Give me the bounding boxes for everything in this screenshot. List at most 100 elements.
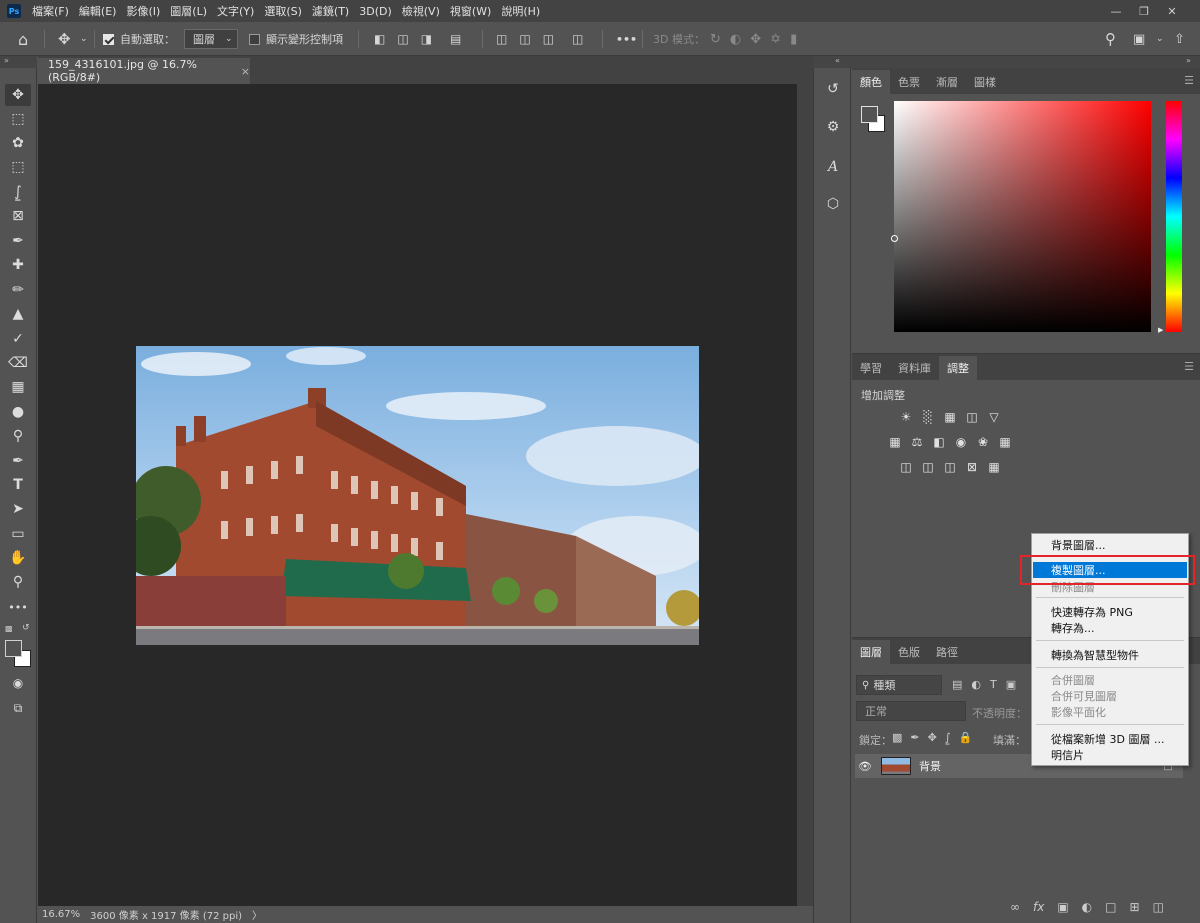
foreground-color-swatch[interactable] <box>5 640 22 657</box>
pen-tool-icon[interactable]: ✒ <box>5 450 31 472</box>
hue-saturation-icon[interactable]: ▦ <box>887 435 903 449</box>
frame-tool-icon[interactable]: ⊠ <box>5 205 31 227</box>
filter-type-icon[interactable]: T <box>990 678 997 691</box>
menu-select[interactable]: 選取(S) <box>259 3 307 19</box>
adjustment-layer-icon[interactable]: ◐ <box>1082 900 1092 914</box>
status-menu-arrow[interactable]: 〉 <box>252 907 262 922</box>
tab-gradients[interactable]: 漸層 <box>928 70 966 94</box>
chevron-down-icon[interactable]: ⌄ <box>1156 22 1164 56</box>
properties-panel-icon[interactable]: ⚙ <box>822 116 844 138</box>
curves-icon[interactable]: ▦ <box>942 410 958 424</box>
align-center-icon[interactable]: ◫ <box>397 32 408 46</box>
move-tool-icon[interactable]: ✥ <box>58 22 71 56</box>
menu-view[interactable]: 檢視(V) <box>397 3 445 19</box>
new-layer-icon[interactable]: ⊞ <box>1130 900 1140 914</box>
eye-icon[interactable]: 👁 <box>855 760 875 773</box>
menu-layer[interactable]: 圖層(L) <box>165 3 212 19</box>
menu-window[interactable]: 視窗(W) <box>445 3 496 19</box>
document-tab[interactable]: 159_4316101.jpg @ 16.7% (RGB/8#) × <box>38 58 250 84</box>
crop-tool-icon[interactable]: ⨜ <box>5 181 31 203</box>
color-lookup-icon[interactable]: ▦ <box>997 435 1013 449</box>
lasso-tool-icon[interactable]: ✿ <box>5 132 31 154</box>
distribute-icon[interactable]: ▤ <box>450 32 461 46</box>
foreground-color-chip[interactable] <box>861 106 878 123</box>
blur-tool-icon[interactable]: ● <box>5 401 31 423</box>
filter-pixel-icon[interactable]: ▤ <box>952 678 962 691</box>
invert-icon[interactable]: ◫ <box>898 460 914 474</box>
chevron-down-icon[interactable]: ⌄ <box>80 22 88 56</box>
levels-icon[interactable]: ░ <box>920 410 936 424</box>
tab-layers[interactable]: 圖層 <box>852 640 890 664</box>
tab-paths[interactable]: 路徑 <box>928 640 966 664</box>
document-image[interactable] <box>136 346 699 645</box>
rectangle-tool-icon[interactable]: ▭ <box>5 523 31 545</box>
menu-item-postcard[interactable]: 明信片 <box>1033 747 1187 763</box>
align-right-icon[interactable]: ◨ <box>421 32 432 46</box>
restore-button[interactable]: ❐ <box>1130 0 1158 22</box>
roll-3d-icon[interactable]: ◐ <box>730 32 741 47</box>
threshold-icon[interactable]: ◫ <box>942 460 958 474</box>
home-icon[interactable]: ⌂ <box>18 22 28 56</box>
menu-3d[interactable]: 3D(D) <box>354 5 397 18</box>
swap-colors-icon[interactable]: ↺ <box>22 623 30 633</box>
screen-mode-icon[interactable]: ⧉ <box>5 697 31 719</box>
tab-patterns[interactable]: 圖樣 <box>966 70 1004 94</box>
character-panel-icon[interactable]: A <box>822 156 844 178</box>
eraser-tool-icon[interactable]: ⌫ <box>5 352 31 374</box>
tab-libraries[interactable]: 資料庫 <box>890 356 939 380</box>
align-middle-icon[interactable]: ◫ <box>519 32 530 46</box>
gradient-map-icon[interactable]: ▦ <box>986 460 1002 474</box>
distribute-vertical-icon[interactable]: ◫ <box>572 32 583 46</box>
layer-name[interactable]: 背景 <box>919 758 941 774</box>
selective-color-icon[interactable]: ⊠ <box>964 460 980 474</box>
brightness-contrast-icon[interactable]: ☀ <box>898 410 914 424</box>
edit-toolbar-icon[interactable]: ••• <box>5 596 31 618</box>
dodge-tool-icon[interactable]: ⚲ <box>5 425 31 447</box>
zoom-tool-icon[interactable]: ⚲ <box>5 571 31 593</box>
filter-adjustment-icon[interactable]: ◐ <box>971 678 981 691</box>
type-tool-icon[interactable]: T <box>5 474 31 496</box>
channel-mixer-icon[interactable]: ❀ <box>975 435 991 449</box>
menu-item-quick-export-png[interactable]: 快速轉存為 PNG <box>1033 604 1187 620</box>
layer-filter-dropdown[interactable]: ⚲ 種類 <box>856 675 942 695</box>
add-mask-icon[interactable]: ▣ <box>1057 900 1068 914</box>
filter-shape-icon[interactable]: ▣ <box>1006 678 1016 691</box>
tab-channels[interactable]: 色版 <box>890 640 928 664</box>
slide-3d-icon[interactable]: ✡ <box>770 32 781 47</box>
menu-image[interactable]: 影像(I) <box>121 3 165 19</box>
hue-slider-marker[interactable]: ▶ <box>1158 326 1163 334</box>
lock-position-icon[interactable]: ✥ <box>928 731 937 744</box>
eyedropper-tool-icon[interactable]: ✒ <box>5 230 31 252</box>
marquee-tool-icon[interactable]: ⬚ <box>5 108 31 130</box>
tab-color[interactable]: 顏色 <box>852 70 890 94</box>
panel-menu-icon[interactable]: ☰ <box>1184 360 1194 373</box>
photo-filter-icon[interactable]: ◉ <box>953 435 969 449</box>
menu-item-convert-smart-object[interactable]: 轉換為智慧型物件 <box>1033 647 1187 663</box>
menu-item-new-3d-layer[interactable]: 從檔案新增 3D 圖層 ... <box>1033 731 1187 747</box>
panel-dock-collapse[interactable]: «» <box>813 56 1200 68</box>
align-top-icon[interactable]: ◫ <box>496 32 507 46</box>
vibrance-icon[interactable]: ▽ <box>986 410 1002 424</box>
exposure-icon[interactable]: ◫ <box>964 410 980 424</box>
new-group-icon[interactable]: □ <box>1105 900 1116 914</box>
auto-select-toggle[interactable]: 自動選取： <box>103 22 175 56</box>
pan-3d-icon[interactable]: ✥ <box>750 32 761 47</box>
color-picker-handle[interactable] <box>891 235 898 242</box>
menu-item-background-layer[interactable]: 背景圖層... <box>1033 537 1187 553</box>
menu-edit[interactable]: 編輯(E) <box>74 3 122 19</box>
search-icon[interactable]: ⚲ <box>1105 22 1116 56</box>
black-white-icon[interactable]: ◧ <box>931 435 947 449</box>
vertical-scrollbar[interactable] <box>797 84 813 906</box>
tab-adjustments[interactable]: 調整 <box>939 356 977 380</box>
clone-stamp-tool-icon[interactable]: ▲ <box>5 303 31 325</box>
history-brush-tool-icon[interactable]: ✓ <box>5 328 31 350</box>
share-icon[interactable]: ⇧ <box>1174 22 1185 56</box>
fx-icon[interactable]: fx <box>1033 900 1044 914</box>
workspace-icon[interactable]: ▣ <box>1133 22 1145 56</box>
menu-help[interactable]: 說明(H) <box>496 3 545 19</box>
toolbar-collapse-button[interactable]: » <box>0 56 37 68</box>
gradient-tool-icon[interactable]: ▦ <box>5 376 31 398</box>
lock-all-icon[interactable]: 🔒 <box>959 731 973 744</box>
3d-panel-icon[interactable]: ⬡ <box>822 193 844 215</box>
align-bottom-icon[interactable]: ◫ <box>543 32 554 46</box>
